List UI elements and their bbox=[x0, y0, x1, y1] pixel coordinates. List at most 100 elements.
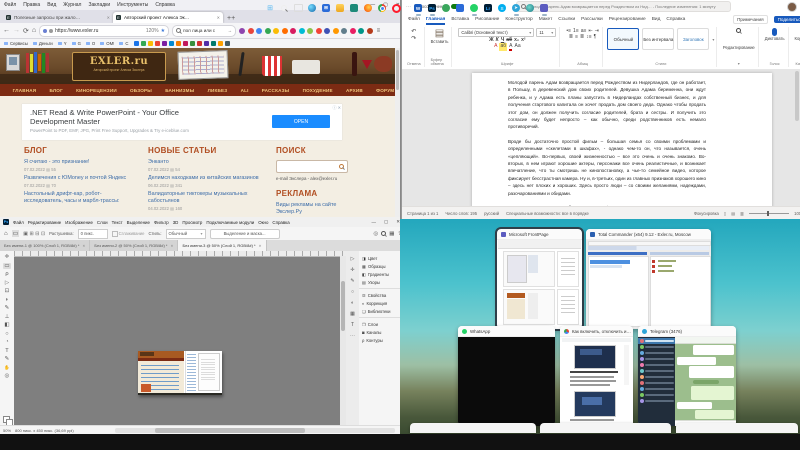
browser-scrollbar-thumb[interactable] bbox=[396, 50, 399, 90]
panel-icon[interactable] bbox=[350, 311, 355, 317]
extension-icon[interactable] bbox=[307, 28, 313, 34]
web-layout-icon[interactable]: ▥ bbox=[740, 211, 744, 216]
compass-app-icon[interactable] bbox=[525, 3, 536, 14]
menu-tools[interactable]: Инструменты bbox=[117, 2, 148, 8]
extension-icon[interactable] bbox=[239, 28, 245, 34]
font-size-combo[interactable]: 11 bbox=[536, 28, 556, 37]
blog-post-link[interactable]: Настольный дрифт-кар, робот-исследовател… bbox=[24, 191, 136, 205]
brush-tool[interactable] bbox=[5, 305, 10, 311]
bookmark-favicon[interactable] bbox=[190, 41, 195, 46]
bookmark-folder[interactable]: С bbox=[119, 41, 128, 46]
doc-close-icon[interactable] bbox=[82, 244, 85, 248]
font-color-icon[interactable]: А bbox=[509, 43, 512, 51]
font-name-combo[interactable]: Calibri (Основной текст) bbox=[458, 28, 534, 37]
text-effects-icon[interactable]: А bbox=[494, 43, 497, 51]
whatsapp-taskbar-icon[interactable] bbox=[469, 3, 480, 14]
superscript-icon[interactable]: x² bbox=[521, 37, 525, 43]
panel-libraries[interactable]: Библиотеки bbox=[359, 307, 400, 315]
extension-icon[interactable] bbox=[333, 28, 339, 34]
doc-tab-2[interactable]: Без имени-2 @ 50% (Слой 1, RGB/8#) * bbox=[90, 240, 178, 251]
quick-access-icon[interactable] bbox=[406, 4, 411, 10]
lasso-tool[interactable] bbox=[5, 271, 8, 277]
focus-mode-button[interactable]: Фокусировка bbox=[694, 211, 719, 216]
editing-button[interactable]: Редактирование bbox=[723, 45, 755, 50]
panel-icon[interactable] bbox=[351, 322, 354, 328]
marquee-tool-indicator[interactable] bbox=[12, 230, 20, 237]
ps-menu-type[interactable]: Текст bbox=[112, 220, 123, 225]
share-button[interactable]: Поделиться bbox=[774, 16, 800, 23]
ps-menu-help[interactable]: Справка bbox=[272, 220, 289, 225]
bookmark-folder[interactable]: ОМ! bbox=[100, 41, 114, 46]
canvas-hscrollbar[interactable] bbox=[115, 428, 395, 433]
nav-likbez[interactable]: ЛИКБЕЗ bbox=[208, 88, 228, 93]
zoom-indicator[interactable]: 120% bbox=[146, 28, 159, 34]
selection-subtract-icon[interactable]: ⊟ bbox=[35, 231, 39, 237]
address-bar[interactable]: https://www.exler.ru 120% bbox=[39, 25, 169, 37]
type-tool[interactable] bbox=[5, 348, 8, 354]
gradient-tool[interactable] bbox=[4, 322, 9, 328]
nav-pohudenie[interactable]: ПОХУДЕНИЕ bbox=[303, 88, 333, 93]
tab-close-icon[interactable] bbox=[107, 15, 110, 20]
zoom-level[interactable]: 100 % bbox=[794, 211, 800, 216]
bookmark-favicon[interactable] bbox=[197, 41, 202, 46]
nav-kinoretsenzii[interactable]: КИНОРЕЦЕНЗИИ bbox=[76, 88, 117, 93]
site-logo-plaque[interactable]: EXLER.ru Авторский проект Алекса Экслера bbox=[72, 52, 166, 81]
extension-icon[interactable] bbox=[299, 28, 305, 34]
doc-close-icon[interactable] bbox=[171, 244, 174, 248]
nav-glavnaya[interactable]: ГЛАВНАЯ bbox=[13, 88, 37, 93]
word-scrollbar-thumb[interactable] bbox=[795, 71, 799, 121]
editor-button[interactable]: Корректор bbox=[795, 36, 800, 41]
canvas-vscrollbar-thumb[interactable] bbox=[341, 281, 345, 331]
edge-icon[interactable] bbox=[307, 3, 318, 14]
style-no-spacing[interactable]: Без интервала bbox=[642, 28, 674, 50]
blue-app-icon[interactable] bbox=[455, 3, 466, 14]
bookmark-folder[interactable]: O bbox=[86, 41, 95, 46]
bookmark-favicon[interactable] bbox=[204, 41, 209, 46]
style-combo[interactable]: Обычный bbox=[166, 229, 206, 239]
green-app-icon[interactable] bbox=[441, 3, 452, 14]
menu-edit[interactable]: Правка bbox=[23, 2, 40, 8]
ps-menu-edit[interactable]: Редактирование bbox=[28, 220, 61, 225]
extension-icon[interactable] bbox=[316, 28, 322, 34]
taskview-window-telegram[interactable]: Telegram (3476) bbox=[638, 326, 736, 426]
hand-tool[interactable] bbox=[4, 365, 10, 371]
collapse-panels-icon[interactable] bbox=[351, 256, 355, 262]
color-swatches[interactable] bbox=[3, 416, 11, 424]
antialias-checkbox[interactable]: Сглаживание bbox=[112, 231, 145, 237]
word-page[interactable]: Молодой парень Адам возвращается перед Р… bbox=[472, 73, 772, 219]
blur-tool[interactable] bbox=[5, 331, 8, 337]
word-window[interactable]: Автосохранение Молодой парень Адам возвр… bbox=[401, 0, 800, 219]
accessibility-status[interactable]: Специальные возможности: все в порядке bbox=[506, 211, 589, 216]
shield-icon[interactable] bbox=[43, 29, 47, 33]
ps-menu-plugins[interactable]: Подключаемые модули bbox=[206, 220, 254, 225]
extension-icon[interactable] bbox=[324, 28, 330, 34]
tab-close-icon[interactable] bbox=[217, 15, 220, 20]
bookmark-favicon[interactable] bbox=[211, 41, 216, 46]
dictate-button[interactable]: Диктовать bbox=[765, 36, 785, 41]
eyedropper-tool[interactable] bbox=[5, 297, 8, 303]
task-view-button[interactable] bbox=[293, 3, 304, 14]
word-count[interactable]: Число слов: 195 bbox=[445, 211, 477, 216]
menu-view[interactable]: Вид bbox=[47, 2, 56, 8]
taskview-window-partial[interactable] bbox=[540, 423, 671, 433]
bookmark-favicon[interactable] bbox=[155, 41, 160, 46]
extension-icon[interactable] bbox=[350, 28, 356, 34]
ps-zoom-level[interactable]: 50% bbox=[3, 428, 11, 433]
paste-icon[interactable] bbox=[435, 28, 444, 39]
extension-icon[interactable] bbox=[341, 28, 347, 34]
extension-icon[interactable] bbox=[265, 28, 271, 34]
menu-history[interactable]: Журнал bbox=[63, 2, 81, 8]
ps-menu-3d[interactable]: 3D bbox=[173, 220, 179, 225]
task-view[interactable]: Microsoft FrontPage Total Commander (x64… bbox=[400, 219, 800, 434]
app-menu-icon[interactable] bbox=[377, 28, 381, 34]
firefox-window[interactable]: Файл Правка Вид Журнал Закладки Инструме… bbox=[0, 0, 401, 217]
extension-icon[interactable] bbox=[367, 28, 373, 34]
panel-color[interactable]: Цвет bbox=[359, 254, 400, 262]
panel-gradients[interactable]: Градиенты bbox=[359, 270, 400, 278]
maximize-icon[interactable] bbox=[384, 219, 388, 225]
panel-paths[interactable]: Контуры bbox=[359, 336, 400, 344]
bookmark-favicon[interactable] bbox=[162, 41, 167, 46]
taskview-window-partial[interactable] bbox=[676, 423, 798, 433]
read-mode-icon[interactable]: ▯ bbox=[724, 211, 726, 216]
highlight-icon[interactable]: аб bbox=[499, 43, 507, 51]
